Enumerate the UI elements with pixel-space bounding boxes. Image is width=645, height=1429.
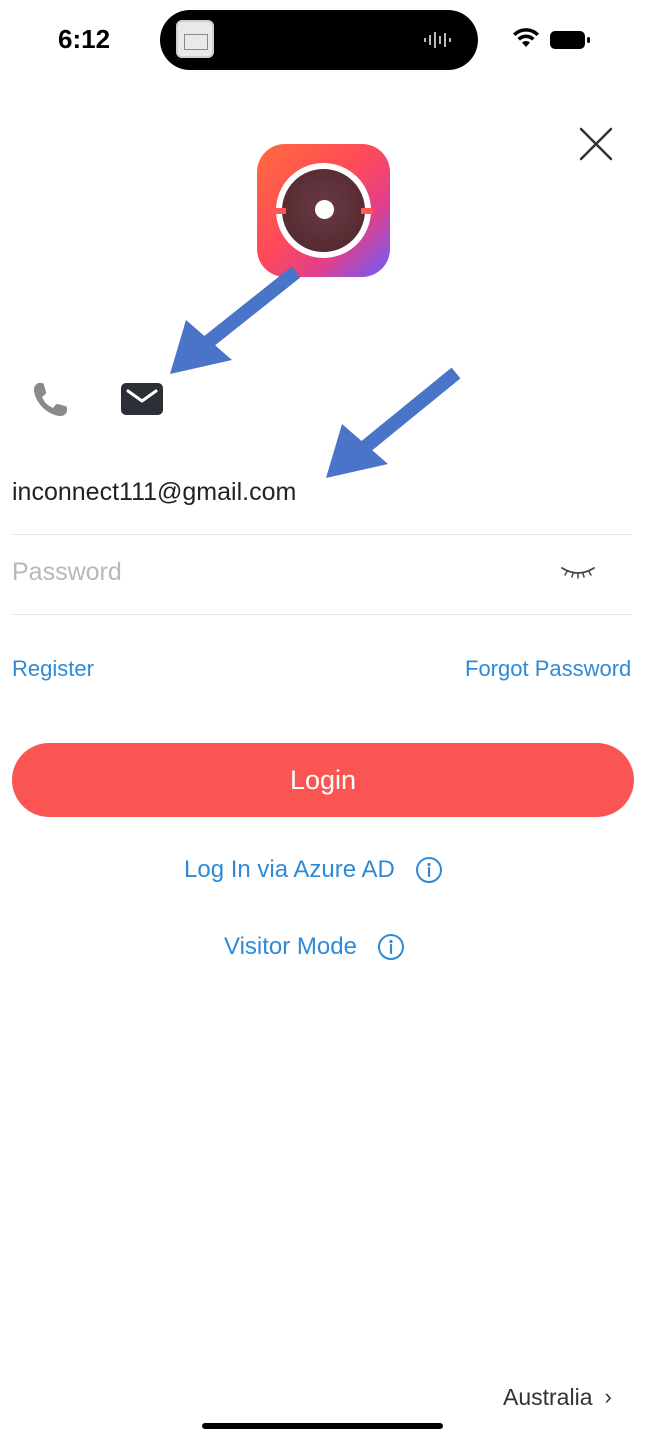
azure-ad-login-label[interactable]: Log In via Azure AD	[184, 856, 395, 884]
login-method-tabs	[30, 376, 180, 426]
audio-wave-icon	[424, 32, 451, 48]
wifi-icon	[513, 28, 539, 47]
forgot-password-link[interactable]: Forgot Password	[465, 656, 631, 682]
login-button[interactable]: Login	[12, 743, 634, 817]
now-playing-thumbnail	[176, 20, 214, 58]
phone-icon[interactable]	[30, 380, 70, 420]
close-button[interactable]	[576, 124, 616, 164]
eye-closed-icon[interactable]	[558, 560, 598, 584]
visitor-mode-label[interactable]: Visitor Mode	[224, 933, 357, 961]
mail-icon[interactable]	[120, 382, 164, 416]
password-field	[12, 540, 632, 615]
chevron-right-icon: ›	[604, 1384, 612, 1409]
password-input[interactable]	[12, 550, 542, 594]
visitor-mode-option[interactable]: Visitor Mode	[224, 929, 405, 965]
info-icon[interactable]	[377, 933, 405, 961]
logo-camera-ring	[274, 163, 373, 258]
azure-ad-login-option[interactable]: Log In via Azure AD	[184, 852, 443, 888]
region-selector[interactable]: Australia ›	[503, 1382, 612, 1412]
app-logo	[257, 144, 390, 277]
register-link[interactable]: Register	[12, 656, 94, 682]
home-indicator	[202, 1423, 443, 1429]
logo-dot	[315, 200, 334, 219]
region-label[interactable]: Australia	[503, 1384, 592, 1411]
status-bar: 6:12	[0, 0, 645, 80]
annotation-arrow-to-mail	[170, 266, 301, 374]
dynamic-island	[160, 10, 478, 70]
email-input[interactable]	[12, 470, 542, 514]
info-icon[interactable]	[415, 856, 443, 884]
email-field	[12, 460, 632, 535]
battery-icon	[550, 31, 590, 49]
status-time: 6:12	[58, 24, 111, 54]
